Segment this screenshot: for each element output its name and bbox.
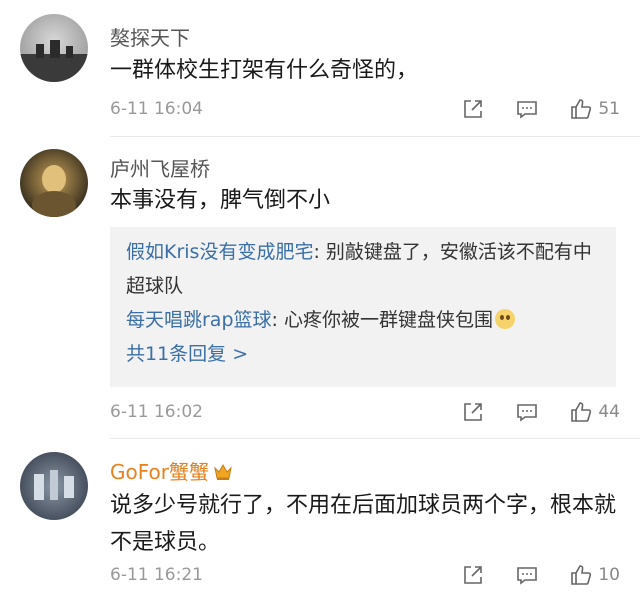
like-count: 44 — [598, 402, 620, 422]
comment-2: 庐州飞屋桥 本事没有，脾气倒不小 假如Kris没有变成肥宅: 别敲键盘了，安徽活… — [0, 137, 640, 437]
comment-text: 本事没有，脾气倒不小 — [110, 188, 331, 213]
action-bar: 44 — [460, 399, 620, 425]
username-text: GoFor蟹蟹 — [110, 460, 209, 484]
timestamp: 6-11 16:02 — [110, 402, 203, 422]
comment-icon[interactable] — [514, 562, 540, 588]
reply-username[interactable]: 每天唱跳rap篮球 — [126, 309, 272, 331]
reply-preview-box[interactable]: 假如Kris没有变成肥宅: 别敲键盘了，安徽活该不配有中超球队 每天唱跳rap篮… — [110, 227, 616, 387]
thumbs-up-icon[interactable] — [568, 562, 594, 588]
username[interactable]: 獒探天下 — [110, 22, 190, 51]
timestamp: 6-11 16:04 — [110, 99, 203, 119]
thumbs-up-icon[interactable] — [568, 399, 594, 425]
crown-badge-icon — [213, 462, 233, 480]
more-replies-link[interactable]: 共11条回复 > — [126, 337, 600, 371]
comment-meta: 6-11 16:04 51 — [110, 96, 620, 122]
like-count: 10 — [598, 565, 620, 585]
wronged-face-emoji — [494, 309, 515, 329]
comment-meta: 6-11 16:02 44 — [110, 399, 620, 425]
comment-icon[interactable] — [514, 399, 540, 425]
comment-1: 獒探天下 一群体校生打架有什么奇怪的， 6-11 16:04 51 — [0, 0, 640, 136]
username[interactable]: 庐州飞屋桥 — [110, 153, 210, 182]
comment-text: 说多少号就行了，不用在后面加球员两个字，根本就不是球员。 — [110, 493, 617, 555]
reply-item: 每天唱跳rap篮球: 心疼你被一群键盘侠包围 — [126, 303, 600, 337]
comment-text: 一群体校生打架有什么奇怪的， — [110, 58, 419, 83]
avatar[interactable] — [20, 149, 88, 217]
reply-text: : 心疼你被一群键盘侠包围 — [271, 309, 493, 331]
reply-item: 假如Kris没有变成肥宅: 别敲键盘了，安徽活该不配有中超球队 — [126, 235, 600, 303]
avatar[interactable] — [20, 452, 88, 520]
avatar[interactable] — [20, 14, 88, 82]
comment-icon[interactable] — [514, 96, 540, 122]
share-icon[interactable] — [460, 399, 486, 425]
share-icon[interactable] — [460, 96, 486, 122]
reply-username[interactable]: 假如Kris没有变成肥宅 — [126, 241, 313, 263]
action-bar: 51 — [460, 96, 620, 122]
comment-3: GoFor蟹蟹 说多少号就行了，不用在后面加球员两个字，根本就不是球员。 6-1… — [0, 439, 640, 601]
like-count: 51 — [598, 99, 620, 119]
share-icon[interactable] — [460, 562, 486, 588]
username[interactable]: GoFor蟹蟹 — [110, 456, 233, 485]
comment-meta: 6-11 16:21 10 — [110, 562, 620, 588]
timestamp: 6-11 16:21 — [110, 565, 203, 585]
action-bar: 10 — [460, 562, 620, 588]
thumbs-up-icon[interactable] — [568, 96, 594, 122]
